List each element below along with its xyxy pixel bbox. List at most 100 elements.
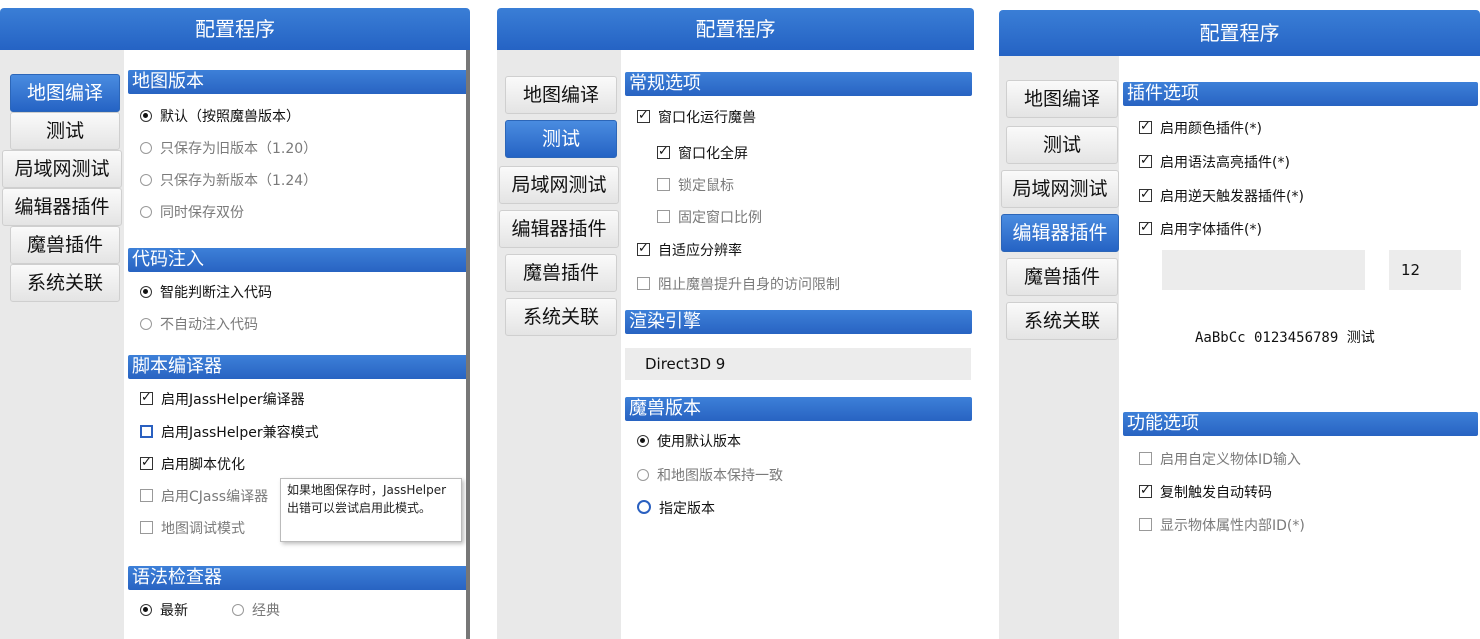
option-label: 启用逆天触发器插件(*): [1160, 189, 1304, 205]
section-general: 常规选项: [625, 72, 972, 96]
option-label: 指定版本: [659, 501, 715, 517]
window-title: 配置程序: [0, 8, 470, 50]
option-label: 启用CJass编译器: [161, 489, 269, 505]
radio-syntax-classic[interactable]: 经典: [232, 601, 280, 621]
checkbox-icon: [140, 521, 153, 534]
sidebar: 地图编译 测试 局域网测试 编辑器插件 魔兽插件 系统关联: [497, 50, 621, 639]
render-engine-select[interactable]: Direct3D 9: [625, 348, 971, 380]
radio-no-inject[interactable]: 不自动注入代码: [140, 315, 258, 335]
check-map-debug[interactable]: 地图调试模式: [140, 519, 245, 539]
checkbox-focused-icon: [140, 425, 153, 438]
nav-lan-test[interactable]: 局域网测试: [499, 166, 619, 204]
option-label: 启用字体插件(*): [1160, 222, 1262, 238]
option-label: 阻止魔兽提升自身的访问限制: [658, 277, 840, 293]
check-cjass[interactable]: 启用CJass编译器: [140, 487, 268, 507]
radio-selected-icon: [140, 286, 152, 298]
font-size-input[interactable]: 12: [1389, 250, 1461, 290]
option-label: 自适应分辨率: [658, 243, 742, 259]
window-title: 配置程序: [497, 8, 974, 50]
nav-system-assoc[interactable]: 系统关联: [10, 264, 120, 302]
nav-map-compile[interactable]: 地图编译: [10, 74, 120, 112]
checkbox-icon: [657, 210, 670, 223]
radio-new-version[interactable]: 只保存为新版本（1.24）: [140, 171, 317, 191]
check-windowed[interactable]: 窗口化运行魔兽: [637, 106, 756, 128]
section-render-engine: 渲染引擎: [625, 310, 972, 334]
nav-system-assoc[interactable]: 系统关联: [1006, 302, 1118, 340]
radio-specify-version[interactable]: 指定版本: [637, 499, 715, 519]
radio-icon: [232, 604, 244, 616]
check-jasshelper[interactable]: 启用JassHelper编译器: [140, 388, 305, 410]
check-show-internal-id[interactable]: 显示物体属性内部ID(*): [1139, 516, 1305, 536]
radio-selected-icon: [140, 604, 152, 616]
check-font-plugin[interactable]: 启用字体插件(*): [1139, 218, 1262, 240]
check-custom-id[interactable]: 启用自定义物体ID输入: [1139, 450, 1301, 470]
nav-test[interactable]: 测试: [505, 120, 617, 158]
radio-save-both[interactable]: 同时保存双份: [140, 203, 244, 223]
radio-default-wc3[interactable]: 使用默认版本: [637, 432, 741, 452]
section-features: 功能选项: [1123, 412, 1478, 436]
config-panel-editor-plugins: 配置程序 地图编译 测试 局域网测试 编辑器插件 魔兽插件 系统关联 插件选项 …: [999, 0, 1480, 639]
nav-wc3-plugins[interactable]: 魔兽插件: [10, 226, 120, 264]
radio-syntax-latest[interactable]: 最新: [140, 601, 188, 621]
radio-default-version[interactable]: 默认（按照魔兽版本）: [140, 107, 300, 127]
option-label: 启用JassHelper编译器: [161, 392, 305, 408]
check-block-elevation[interactable]: 阻止魔兽提升自身的访问限制: [637, 275, 840, 295]
config-panel-map-compile: 配置程序 地图编译 测试 局域网测试 编辑器插件 魔兽插件 系统关联 地图版本 …: [0, 0, 470, 639]
option-label: 固定窗口比例: [678, 210, 762, 226]
checkbox-checked-icon: [1139, 185, 1152, 205]
check-lock-mouse[interactable]: 锁定鼠标: [657, 176, 734, 196]
option-label: 启用JassHelper兼容模式: [161, 425, 319, 441]
check-color-plugin[interactable]: 启用颜色插件(*): [1139, 117, 1262, 139]
checkbox-checked-icon: [1139, 218, 1152, 238]
check-fixed-ratio[interactable]: 固定窗口比例: [657, 208, 762, 228]
checkbox-icon: [637, 277, 650, 290]
checkbox-icon: [1139, 518, 1152, 531]
check-copy-trigger-transcode[interactable]: 复制触发自动转码: [1139, 481, 1272, 503]
nav-test[interactable]: 测试: [10, 112, 120, 150]
option-label: 锁定鼠标: [678, 178, 734, 194]
option-label: 只保存为旧版本（1.20）: [160, 141, 318, 157]
check-trigger-plugin[interactable]: 启用逆天触发器插件(*): [1139, 185, 1304, 207]
section-script-compiler: 脚本编译器: [128, 355, 468, 379]
settings-content: 常规选项 窗口化运行魔兽 窗口化全屏 锁定鼠标 固定窗口比例 自适应分辨率 阻止…: [621, 50, 974, 639]
checkbox-checked-icon: [1139, 117, 1152, 137]
check-jasshelper-compat[interactable]: 启用JassHelper兼容模式: [140, 423, 319, 443]
nav-lan-test[interactable]: 局域网测试: [1001, 170, 1119, 208]
nav-editor-plugins[interactable]: 编辑器插件: [2, 188, 122, 226]
nav-lan-test[interactable]: 局域网测试: [2, 150, 122, 188]
radio-icon: [637, 469, 649, 481]
radio-selected-icon: [637, 435, 649, 447]
sidebar: 地图编译 测试 局域网测试 编辑器插件 魔兽插件 系统关联: [999, 56, 1119, 639]
checkbox-checked-icon: [637, 106, 650, 126]
radio-old-version[interactable]: 只保存为旧版本（1.20）: [140, 139, 317, 159]
section-code-injection: 代码注入: [128, 248, 468, 272]
check-syntax-highlight[interactable]: 启用语法高亮插件(*): [1139, 151, 1290, 173]
checkbox-icon: [1139, 452, 1152, 465]
nav-editor-plugins[interactable]: 编辑器插件: [499, 210, 619, 248]
radio-focused-icon: [637, 500, 651, 514]
window-edge: [466, 50, 470, 639]
option-label: 窗口化运行魔兽: [658, 110, 756, 126]
radio-match-map[interactable]: 和地图版本保持一致: [637, 466, 783, 486]
check-adaptive-resolution[interactable]: 自适应分辨率: [637, 239, 742, 261]
option-label: 启用脚本优化: [161, 457, 245, 473]
option-label: 只保存为新版本（1.24）: [160, 173, 318, 189]
sidebar: 地图编译 测试 局域网测试 编辑器插件 魔兽插件 系统关联: [0, 50, 124, 639]
font-family-select[interactable]: [1162, 250, 1365, 290]
checkbox-checked-icon: [1139, 151, 1152, 171]
radio-smart-inject[interactable]: 智能判断注入代码: [140, 283, 272, 303]
nav-editor-plugins[interactable]: 编辑器插件: [1001, 214, 1119, 252]
checkbox-checked-icon: [637, 239, 650, 259]
option-label: 启用自定义物体ID输入: [1160, 452, 1301, 468]
nav-wc3-plugins[interactable]: 魔兽插件: [1006, 258, 1118, 296]
nav-wc3-plugins[interactable]: 魔兽插件: [505, 254, 617, 292]
option-label: 显示物体属性内部ID(*): [1160, 518, 1305, 534]
check-script-optimize[interactable]: 启用脚本优化: [140, 453, 245, 475]
config-panel-test: 配置程序 地图编译 测试 局域网测试 编辑器插件 魔兽插件 系统关联 常规选项 …: [497, 0, 974, 639]
check-windowed-fullscreen[interactable]: 窗口化全屏: [657, 142, 748, 164]
option-label: 同时保存双份: [160, 205, 244, 221]
nav-map-compile[interactable]: 地图编译: [1006, 80, 1118, 118]
nav-map-compile[interactable]: 地图编译: [505, 76, 617, 114]
nav-test[interactable]: 测试: [1006, 126, 1118, 164]
nav-system-assoc[interactable]: 系统关联: [505, 298, 617, 336]
